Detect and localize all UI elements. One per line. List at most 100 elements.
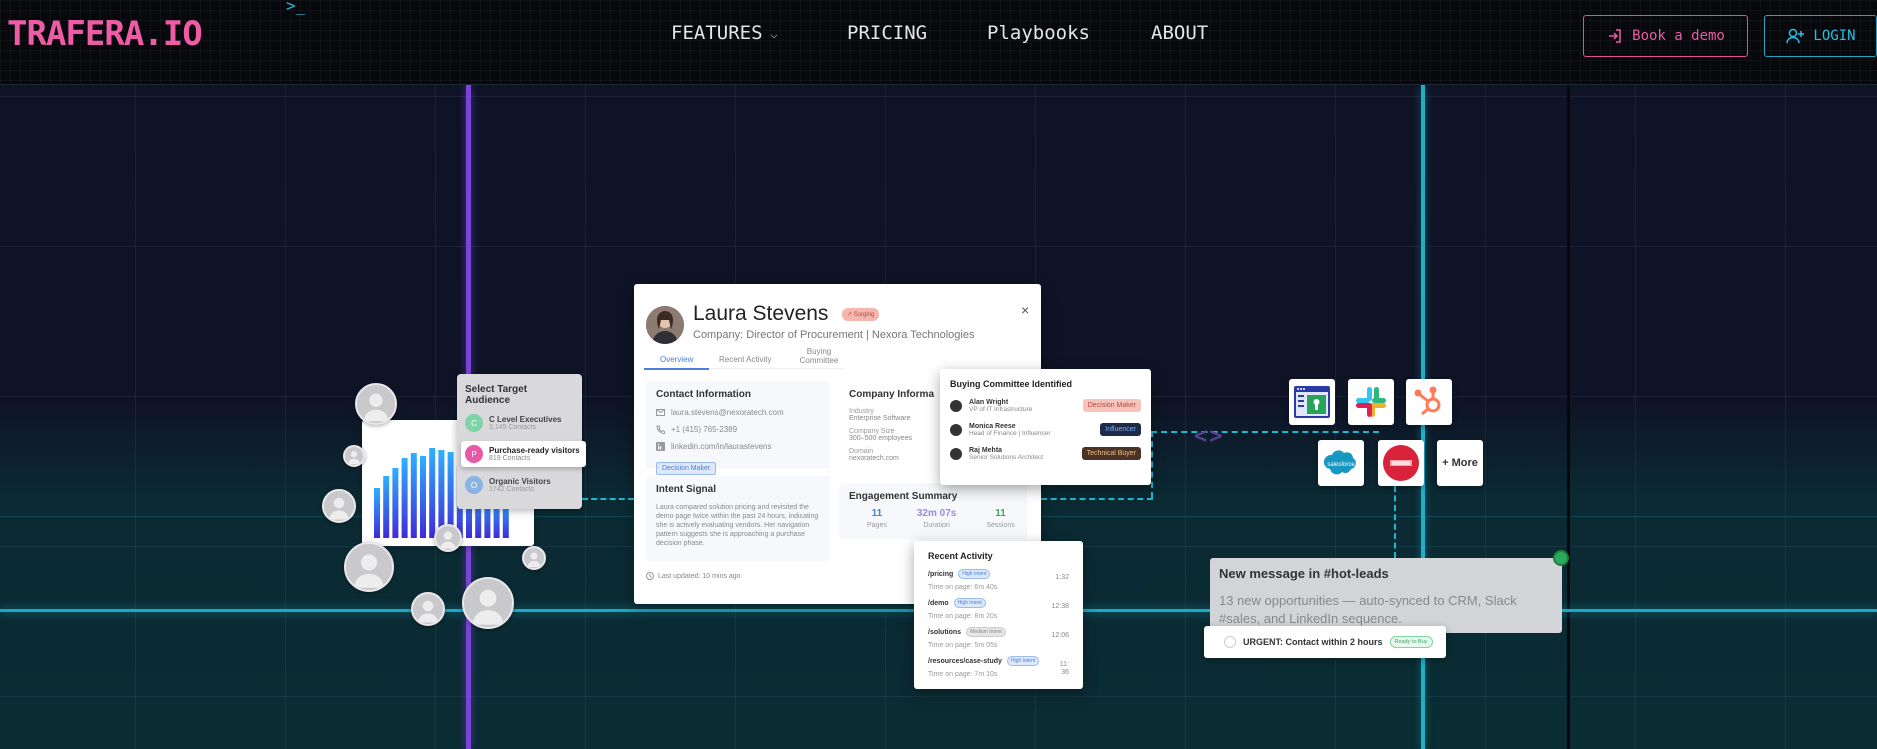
activity-timestamp: 12:06 [1051, 632, 1069, 639]
duration-value: 32m 07s [916, 508, 957, 519]
committee-member[interactable]: Alan Wright VP of IT Infrastructure Deci… [950, 399, 1141, 413]
pages-stat: 11 Pages [867, 508, 887, 529]
activity-path: /demo [928, 599, 949, 607]
duration-label: Duration [923, 522, 950, 529]
status-badge: ↗ Surging [842, 308, 880, 321]
hot-leads-message: New message in #hot-leads 13 new opportu… [1210, 558, 1562, 633]
salesforce-label: salesforce [1327, 462, 1355, 468]
activity-item[interactable]: /demo High Intent Time on page: 8m 20s 12… [928, 598, 1069, 621]
connector-committee-integrations [1151, 431, 1379, 433]
activity-path: /resources/case-study [928, 657, 1002, 665]
urgent-alert[interactable]: URGENT: Contact within 2 hours Ready to … [1204, 626, 1446, 658]
chart-bar [429, 448, 436, 538]
clock-icon [646, 572, 654, 580]
member-tag: Influencer [1100, 423, 1141, 436]
salesforce-icon: salesforce [1323, 450, 1356, 475]
engagement-title: Engagement Summary [849, 491, 958, 502]
connector-audience-profile [582, 498, 634, 500]
message-title: New message in #hot-leads [1219, 566, 1389, 581]
close-icon[interactable]: × [1021, 302, 1029, 318]
tab-buying-committee[interactable]: Buying Committee [794, 347, 844, 366]
slack-icon [1356, 387, 1386, 417]
audience-item-c-level[interactable]: C C Level Executives 3,145 Contacts [465, 414, 574, 432]
sessions-stat: 11 Sessions [986, 508, 1014, 529]
linkedin-icon [656, 442, 665, 451]
audience-initial: O [465, 476, 483, 494]
avatar [462, 577, 514, 629]
book-demo-button[interactable]: Book a demo [1583, 15, 1748, 57]
logo[interactable]: TRAFERA.IO [7, 14, 203, 54]
more-integrations-button[interactable]: + More [1437, 440, 1483, 486]
nav-playbooks[interactable]: Playbooks [987, 22, 1090, 44]
top-nav: TRAFERA.IO >_ FEATURES ⌵ PRICING Playbook… [0, 0, 1877, 85]
hubspot-integration[interactable] [1406, 379, 1452, 425]
intent-signal-text: Laura compared solution pricing and revi… [656, 504, 819, 548]
salesforce-integration[interactable]: salesforce [1318, 440, 1364, 486]
phone-row[interactable]: +1 (415) 765-2389 [656, 425, 820, 434]
activity-item[interactable]: /solutions Medium Intent Time on page: 5m… [928, 627, 1069, 650]
user-plus-icon [1786, 28, 1805, 44]
avatar [322, 489, 356, 523]
pages-value: 11 [871, 508, 883, 519]
login-button[interactable]: LOGIN [1764, 15, 1877, 57]
committee-member[interactable]: Monica Reese Head of Finance | Influence… [950, 423, 1141, 437]
audience-item-purchase-ready[interactable]: P Purchase-ready visitors 819 Contacts [461, 441, 586, 467]
activity-item[interactable]: /resources/case-study High Intent Time on… [928, 656, 1069, 679]
lead-name: Laura Stevens [693, 302, 829, 325]
audience-title: Select Target Audience [465, 384, 528, 406]
avatar [343, 445, 365, 467]
avatar [411, 592, 445, 626]
avatar [434, 524, 462, 552]
activity-timestamp: 12:38 [1051, 603, 1069, 610]
tab-overview[interactable]: Overview [660, 355, 693, 364]
checkbox-circle-icon[interactable] [1224, 636, 1236, 648]
crm-integration[interactable] [1378, 440, 1424, 486]
linkedin-value: linkedin.com/in/laurastevens [671, 442, 772, 451]
active-tab-indicator [644, 368, 709, 370]
web-app-integration[interactable] [1289, 379, 1335, 425]
contact-info-section: Contact Information laura.stevens@nexora… [646, 381, 830, 475]
email-value: laura.stevens@nexoratech.com [671, 408, 784, 417]
tab-recent-activity[interactable]: Recent Activity [719, 355, 771, 364]
member-name: Raj Mehta [969, 447, 1003, 454]
audience-name: C Level Executives [489, 415, 562, 424]
urgent-text: URGENT: Contact within 2 hours [1243, 637, 1383, 647]
connector-profile-committee [1041, 498, 1153, 500]
book-demo-label: Book a demo [1632, 28, 1725, 44]
avatar [355, 383, 397, 425]
intent-signal-title: Intent Signal [656, 484, 716, 495]
linkedin-row[interactable]: linkedin.com/in/laurastevens [656, 442, 820, 451]
activity-timestamp: 1:32 [1055, 574, 1069, 581]
engagement-summary-section: Engagement Summary 11 Pages 32m 07s Dura… [839, 483, 1027, 539]
duration-stat: 32m 07s Duration [917, 508, 956, 529]
recent-activity-card: Recent Activity /pricing High Intent Time… [914, 541, 1083, 689]
slack-integration[interactable] [1348, 379, 1394, 425]
audience-item-organic[interactable]: O Organic Visitors 1742 Contacts [465, 476, 574, 494]
nav-pricing[interactable]: PRICING [847, 22, 927, 44]
committee-member[interactable]: Raj Mehta Senior Solutions Architect Tec… [950, 447, 1141, 461]
hubspot-icon [1414, 386, 1441, 416]
member-tag: Decision Maker [1082, 399, 1141, 412]
online-status-dot [1553, 550, 1569, 566]
user-icon [950, 400, 962, 412]
avatar [646, 306, 684, 344]
nav-features-label: FEATURES [671, 22, 763, 44]
message-text: 13 new opportunities — auto-synced to CR… [1219, 593, 1517, 627]
intent-tag: High Intent [953, 598, 986, 608]
last-updated: Last updated: 10 mins ago [646, 572, 741, 580]
audience-count: 819 Contacts [489, 455, 531, 462]
activity-item[interactable]: /pricing High Intent Time on page: 6m 40s… [928, 569, 1069, 592]
avatar [344, 542, 394, 592]
activity-path: /pricing [928, 570, 954, 578]
email-row[interactable]: laura.stevens@nexoratech.com [656, 408, 820, 417]
connector-integrations-message [1394, 486, 1396, 558]
nav-features[interactable]: FEATURES ⌵ [671, 22, 778, 44]
nav-about[interactable]: ABOUT [1151, 22, 1208, 44]
activity-title: Recent Activity [928, 551, 993, 561]
login-arrow-icon [1609, 29, 1621, 43]
ready-to-buy-tag: Ready to Buy [1389, 636, 1433, 648]
chart-bar [410, 453, 417, 538]
contact-info-title: Contact Information [656, 389, 751, 400]
audience-name: Purchase-ready visitors [489, 446, 580, 455]
phone-icon [656, 425, 665, 434]
